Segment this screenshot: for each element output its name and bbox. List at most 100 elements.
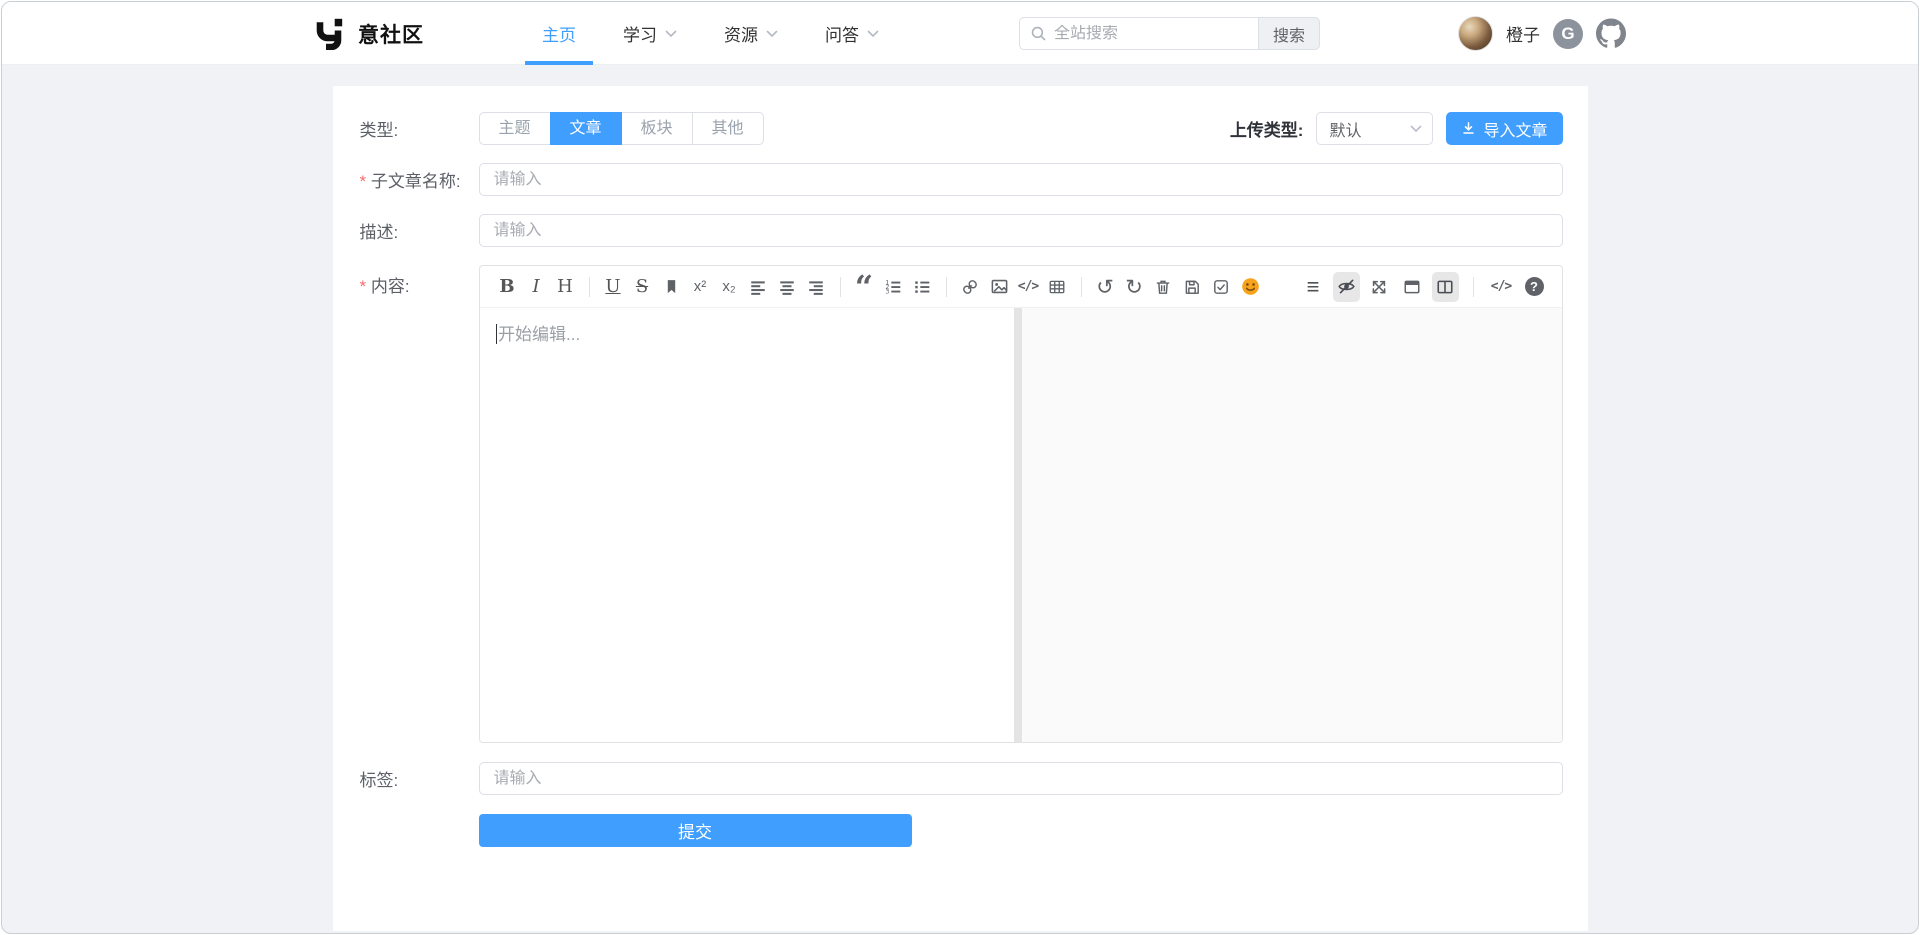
nav-learn-label: 学习 [623,21,657,46]
import-article-label: 导入文章 [1483,117,1547,141]
help-icon[interactable]: ? [1521,272,1548,302]
gitee-glyph: G [1553,19,1583,49]
toolbar-right-group: ≡ </> [1300,272,1548,302]
editor-preview-pane [1022,308,1562,742]
name-row: 子文章名称: [360,163,1563,196]
type-segmented-control: 主题 文章 板块 其他 [479,112,764,145]
tags-input[interactable] [479,762,1563,795]
fullscreen-icon[interactable] [1366,272,1393,302]
nav-item-home[interactable]: 主页 [542,2,576,65]
pane-divider [1014,308,1022,742]
image-icon[interactable] [986,272,1013,302]
align-center-icon[interactable] [774,272,801,302]
search-icon [1030,25,1047,42]
underline-icon[interactable]: U [600,272,627,302]
top-navbar: 意社区 主页 学习 资源 问答 [2,2,1918,65]
align-left-icon[interactable] [745,272,772,302]
logo-icon [314,17,347,50]
save-icon[interactable] [1179,272,1206,302]
align-right-icon[interactable] [803,272,830,302]
editor-input-pane[interactable]: 开始编辑... [480,308,1014,742]
chevron-down-icon [867,30,879,38]
type-option-other[interactable]: 其他 [692,112,764,145]
search-input[interactable] [1054,25,1261,43]
editor-placeholder: 开始编辑... [498,325,580,344]
submit-button[interactable]: 提交 [479,814,912,847]
toolbar-divider [1473,277,1474,297]
main-nav: 主页 学习 资源 问答 [542,2,879,65]
superscript-icon[interactable]: x² [687,272,714,302]
search-input-wrapper [1019,17,1259,50]
toolbar-divider [840,277,841,297]
site-title: 意社区 [358,19,424,49]
user-cluster: 橙子 G [1458,2,1626,65]
type-option-article[interactable]: 文章 [550,112,622,145]
upload-type-select[interactable]: 默认 [1316,112,1433,145]
username[interactable]: 橙子 [1506,21,1540,46]
nav-resources-label: 资源 [724,21,758,46]
split-view-icon[interactable] [1432,272,1459,302]
bookmark-icon[interactable] [658,272,685,302]
svg-text:3: 3 [885,288,889,295]
browser-preview-icon[interactable] [1399,272,1426,302]
preview-toggle-icon[interactable] [1333,272,1360,302]
submit-row: 提交 [360,814,1563,847]
toolbar-divider [589,277,590,297]
source-code-icon[interactable]: </> [1488,272,1515,302]
avatar[interactable] [1458,16,1493,51]
bold-icon[interactable]: B [494,272,521,302]
article-form-card: 类型: 主题 文章 板块 其他 上传类型: 默认 [333,86,1588,931]
editor-body: 开始编辑... [480,308,1562,742]
redo-icon[interactable]: ↻ [1121,272,1148,302]
upload-type-label: 上传类型: [1230,116,1304,141]
strikethrough-icon[interactable]: S [629,272,656,302]
type-row: 类型: 主题 文章 板块 其他 上传类型: 默认 [360,86,1563,145]
upload-cluster: 上传类型: 默认 导入文章 [1230,112,1563,145]
type-option-board[interactable]: 板块 [621,112,693,145]
search-button[interactable]: 搜索 [1258,17,1320,50]
italic-icon[interactable]: I [523,272,550,302]
code-block-icon[interactable]: </> [1015,272,1042,302]
content-label: 内容: [360,265,479,297]
trash-icon[interactable] [1150,272,1177,302]
editor-toolbar: B I H U S x² x₂ [480,266,1562,308]
unordered-list-icon[interactable] [909,272,936,302]
name-input[interactable] [479,163,1563,196]
description-label: 描述: [360,218,479,243]
toolbar-divider [1081,277,1082,297]
chevron-down-icon [766,30,778,38]
nav-item-qa[interactable]: 问答 [825,2,879,65]
description-row: 描述: [360,214,1563,247]
github-icon[interactable] [1596,19,1626,49]
nav-home-label: 主页 [542,21,576,46]
chevron-down-icon [665,30,677,38]
help-glyph: ? [1525,277,1544,296]
site-search: 搜索 [1019,17,1320,50]
outline-icon[interactable]: ≡ [1300,272,1327,302]
nav-item-resources[interactable]: 资源 [724,2,778,65]
subscript-icon[interactable]: x₂ [716,272,743,302]
description-input[interactable] [479,214,1563,247]
emoji-icon[interactable] [1237,272,1264,302]
link-icon[interactable] [957,272,984,302]
task-list-icon[interactable] [1208,272,1235,302]
blockquote-icon[interactable]: “ [851,272,878,302]
nav-qa-label: 问答 [825,21,859,46]
tags-row: 标签: [360,762,1563,795]
chevron-down-icon [1410,125,1422,133]
browser-viewport: 意社区 主页 学习 资源 问答 [1,1,1919,934]
text-cursor [496,324,498,344]
site-logo[interactable]: 意社区 [314,2,424,65]
gitee-icon[interactable]: G [1553,19,1583,49]
nav-item-learn[interactable]: 学习 [623,2,677,65]
heading-icon[interactable]: H [552,272,579,302]
type-option-topic[interactable]: 主题 [479,112,551,145]
import-article-button[interactable]: 导入文章 [1446,112,1562,145]
ordered-list-icon[interactable]: 123 [880,272,907,302]
markdown-editor: B I H U S x² x₂ [479,265,1563,743]
toolbar-divider [946,277,947,297]
table-icon[interactable] [1044,272,1071,302]
content-row: 内容: B I H U S x² x₂ [360,265,1563,743]
undo-icon[interactable]: ↺ [1092,272,1119,302]
type-label: 类型: [360,116,479,141]
